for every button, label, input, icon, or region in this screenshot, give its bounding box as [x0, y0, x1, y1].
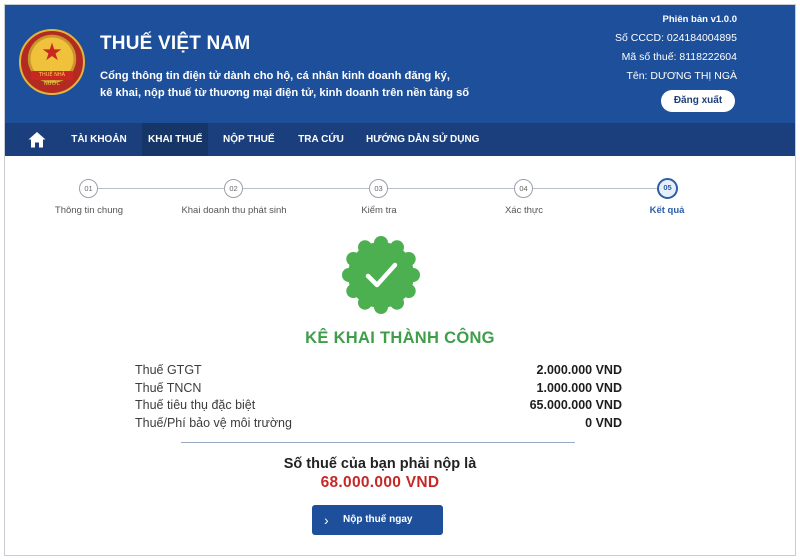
nav-item-tra-cuu[interactable]: TRA CỨU	[292, 123, 350, 156]
step-label-3: Kiểm tra	[361, 205, 397, 216]
star-icon: ★	[41, 39, 63, 66]
divider	[181, 442, 575, 443]
total-label: Số thuế của bạn phải nộp là	[283, 456, 477, 472]
tax-value: 1.000.000 VND	[536, 381, 622, 395]
tax-label: Thuế tiêu thụ đặc biệt	[135, 398, 256, 412]
page-frame: ★ THUẾ NHÀ NƯỚC THUẾ VIỆT NAM Cổng thông…	[4, 4, 796, 556]
subtitle-line-1: Cổng thông tin điện tử dành cho hộ, cá n…	[100, 70, 450, 82]
nav-item-khai-thue[interactable]: KHAI THUẾ	[142, 123, 208, 156]
success-title: KÊ KHAI THÀNH CÔNG	[305, 329, 495, 347]
version-label: Phiên bản v1.0.0	[662, 14, 737, 25]
step-circle-5: 05	[657, 178, 678, 199]
tax-value: 0 VND	[585, 416, 622, 430]
tax-label: Thuế GTGT	[135, 363, 202, 377]
user-name: Tên: DƯƠNG THỊ NGÀ	[626, 70, 737, 82]
pay-now-button[interactable]: › Nộp thuế ngay	[312, 505, 443, 535]
tax-label: Thuế TNCN	[135, 381, 202, 395]
home-icon[interactable]	[27, 130, 47, 150]
nav-item-tai-khoan[interactable]: TÀI KHOẢN	[64, 123, 134, 156]
step-connector	[243, 188, 369, 189]
step-connector	[388, 188, 514, 189]
success-check-icon	[342, 236, 420, 314]
step-label-5: Kết quả	[649, 205, 685, 216]
nav-item-nop-thue[interactable]: NỘP THUẾ	[217, 123, 280, 156]
step-connector	[533, 188, 657, 189]
tax-row: Thuế TNCN 1.000.000 VND	[135, 381, 622, 398]
subtitle-line-2: kê khai, nộp thuế từ thương mại điện tử,…	[100, 87, 470, 99]
emblem-band: THUẾ NHÀ NƯỚC	[31, 71, 73, 87]
tax-row: Thuế GTGT 2.000.000 VND	[135, 363, 622, 380]
national-emblem-logo[interactable]: ★ THUẾ NHÀ NƯỚC	[19, 29, 85, 95]
tax-row: Thuế tiêu thụ đặc biệt 65.000.000 VND	[135, 398, 622, 415]
total-amount: 68.000.000 VND	[320, 474, 440, 491]
tax-row: Thuế/Phí bảo vệ môi trường 0 VND	[135, 416, 622, 433]
step-label-2: Khai doanh thu phát sinh	[181, 205, 287, 216]
user-cccd: Số CCCD: 024184004895	[614, 32, 737, 44]
header: ★ THUẾ NHÀ NƯỚC THUẾ VIỆT NAM Cổng thông…	[5, 5, 795, 123]
site-subtitle: Cổng thông tin điện tử dành cho hộ, cá n…	[100, 68, 500, 102]
step-circle-4: 04	[514, 179, 533, 198]
nav-item-huong-dan[interactable]: HƯỚNG DẪN SỬ DỤNG	[360, 123, 480, 156]
tax-label: Thuế/Phí bảo vệ môi trường	[135, 416, 292, 430]
site-title: THUẾ VIỆT NAM	[100, 33, 251, 54]
step-circle-2: 02	[224, 179, 243, 198]
step-circle-1: 01	[79, 179, 98, 198]
main-nav: TÀI KHOẢN KHAI THUẾ NỘP THUẾ TRA CỨU HƯỚ…	[5, 123, 795, 156]
step-label-1: Thông tin chung	[54, 205, 124, 216]
logout-button[interactable]: Đăng xuất	[661, 90, 735, 112]
tax-value: 2.000.000 VND	[536, 363, 622, 377]
step-circle-3: 03	[369, 179, 388, 198]
step-connector	[98, 188, 224, 189]
user-tax-code: Mã số thuế: 8118222604	[621, 51, 737, 63]
chevron-right-icon: ›	[324, 512, 329, 528]
pay-now-label: Nộp thuế ngay	[343, 514, 413, 525]
tax-value: 65.000.000 VND	[529, 398, 622, 412]
step-label-4: Xác thực	[504, 205, 544, 216]
